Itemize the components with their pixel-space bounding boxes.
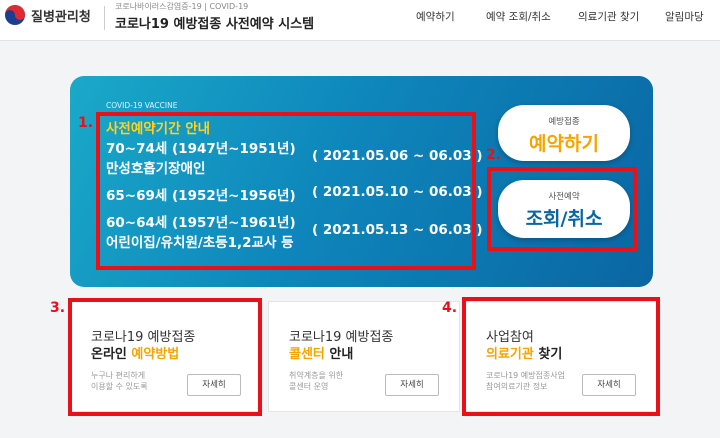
- top-header: 질병관리청 코로나바이러스감염증-19 | COVID-19 코로나19 예방접…: [0, 0, 720, 41]
- org-name[interactable]: 질병관리청: [31, 6, 91, 25]
- banner-tag: COVID-19 VACCINE: [106, 101, 178, 110]
- annotation-box-4: [462, 297, 660, 416]
- annotation-number-3: 3.: [50, 300, 66, 316]
- annotation-number-2: 2.: [486, 147, 502, 163]
- card-desc-line1: 취약계층을 위한: [289, 371, 344, 380]
- card-call-center[interactable]: 코로나19 예방접종 콜센터 안내 취약계층을 위한 콜센터 운영 자세히: [268, 301, 460, 412]
- annotation-number-4: 4.: [442, 300, 458, 316]
- card-subtitle-highlight: 콜센터: [289, 347, 325, 362]
- card-subtitle-main: 안내: [329, 347, 354, 362]
- system-title[interactable]: 코로나19 예방접종 사전예약 시스템: [115, 13, 314, 32]
- reserve-button-label: 예약하기: [529, 133, 599, 155]
- nav-reserve[interactable]: 예약하기: [416, 9, 455, 24]
- annotation-number-1: 1.: [78, 115, 94, 131]
- card-desc-line2: 콜센터 운영: [289, 382, 329, 391]
- nav-find-clinic[interactable]: 의료기관 찾기: [578, 9, 639, 24]
- annotation-box-2: [487, 167, 637, 251]
- nav-notice[interactable]: 알림마당: [665, 9, 704, 24]
- reserve-button-caption: 예방접종: [548, 117, 580, 127]
- reserve-button[interactable]: 예방접종 예약하기: [498, 105, 630, 161]
- header-divider: [104, 6, 105, 30]
- nav-lookup-cancel[interactable]: 예약 조회/취소: [486, 9, 551, 24]
- card-subtitle: 콜센터 안내: [289, 343, 353, 362]
- header-subtitle: 코로나바이러스감염증-19 | COVID-19: [115, 2, 249, 11]
- annotation-box-1: [96, 112, 476, 270]
- kdca-logo-icon[interactable]: [4, 4, 26, 26]
- details-button[interactable]: 자세히: [385, 374, 439, 396]
- annotation-box-3: [68, 298, 262, 416]
